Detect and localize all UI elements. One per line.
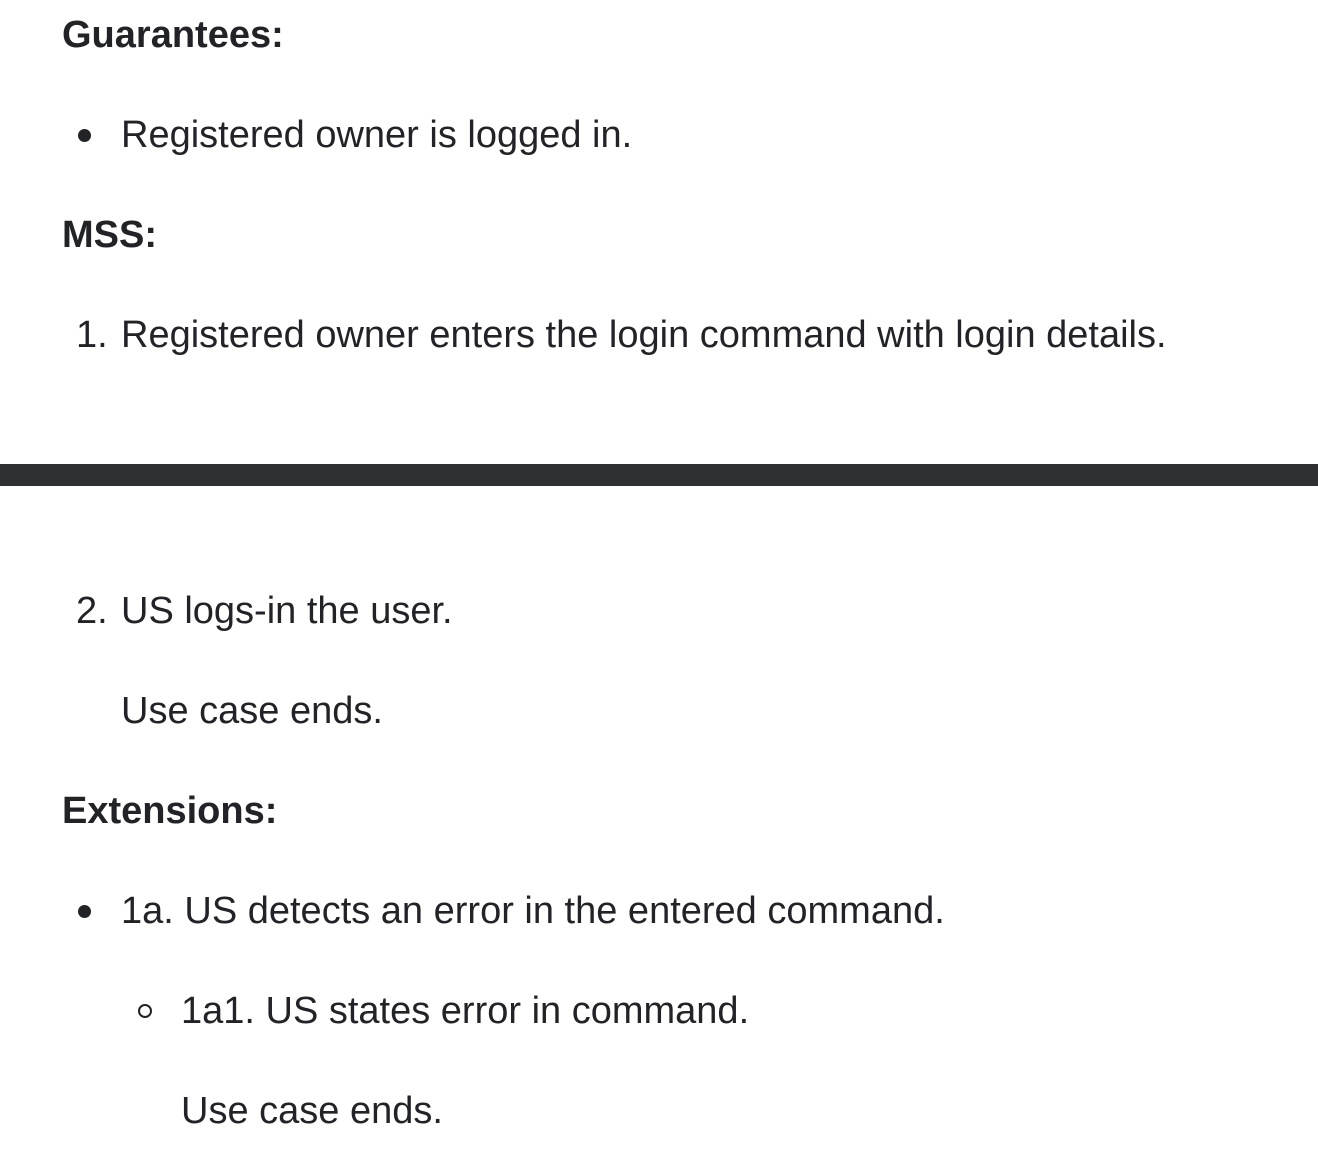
- extensions-heading: Extensions:: [62, 790, 278, 832]
- mss-end-note: Use case ends.: [121, 690, 383, 732]
- mss-step-number: 2.: [76, 590, 108, 632]
- page-divider: [0, 464, 1318, 486]
- extension-end-note: Use case ends.: [181, 1090, 443, 1132]
- guarantees-heading: Guarantees:: [62, 14, 284, 56]
- bullet-dot-icon: [78, 905, 91, 918]
- mss-step-text: Registered owner enters the login comman…: [121, 314, 1167, 356]
- extension-item: 1a. US detects an error in the entered c…: [121, 890, 945, 932]
- mss-step-text: US logs-in the user.: [121, 590, 453, 632]
- guarantee-item: Registered owner is logged in.: [121, 114, 633, 156]
- mss-heading: MSS:: [62, 214, 157, 256]
- bullet-circle-icon: [138, 1004, 152, 1018]
- bullet-dot-icon: [78, 129, 91, 142]
- extension-subitem: 1a1. US states error in command.: [181, 990, 750, 1032]
- mss-step-number: 1.: [76, 314, 108, 356]
